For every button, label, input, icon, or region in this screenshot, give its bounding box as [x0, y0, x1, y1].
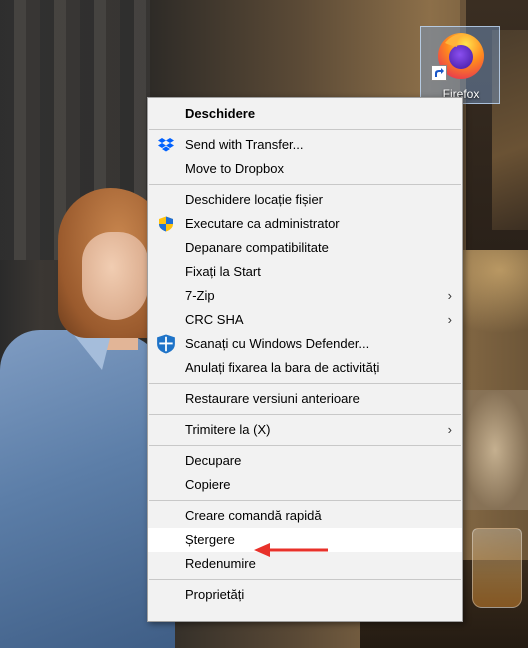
- menu-separator: [149, 383, 461, 384]
- menu-item-7zip[interactable]: 7-Zip ›: [148, 284, 462, 308]
- menu-item-run-as-administrator[interactable]: Executare ca administrator: [148, 212, 462, 236]
- menu-separator: [149, 414, 461, 415]
- chevron-right-icon: ›: [447, 288, 452, 303]
- uac-shield-icon: [159, 216, 173, 232]
- windows-defender-icon: [157, 334, 175, 354]
- menu-item-scan-with-defender[interactable]: Scanați cu Windows Defender...: [148, 332, 462, 356]
- menu-item-move-to-dropbox[interactable]: Move to Dropbox: [148, 157, 462, 181]
- menu-item-properties[interactable]: Proprietăți: [148, 583, 462, 607]
- menu-item-send-to[interactable]: Trimitere la (X) ›: [148, 418, 462, 442]
- menu-item-label: 7-Zip: [185, 288, 215, 303]
- desktop-shortcut-firefox[interactable]: Firefox: [420, 26, 500, 104]
- menu-item-cut[interactable]: Decupare: [148, 449, 462, 473]
- menu-item-label: Send with Transfer...: [185, 137, 304, 152]
- annotation-arrow-icon: [254, 543, 328, 557]
- menu-separator: [149, 445, 461, 446]
- chevron-right-icon: ›: [447, 312, 452, 327]
- menu-separator: [149, 579, 461, 580]
- menu-separator: [149, 500, 461, 501]
- menu-item-pin-to-start[interactable]: Fixați la Start: [148, 260, 462, 284]
- menu-item-troubleshoot-compatibility[interactable]: Depanare compatibilitate: [148, 236, 462, 260]
- menu-item-send-with-transfer[interactable]: Send with Transfer...: [148, 133, 462, 157]
- shortcut-arrow-icon: [431, 65, 447, 81]
- menu-separator: [149, 184, 461, 185]
- dropbox-icon: [158, 138, 174, 152]
- menu-item-copy[interactable]: Copiere: [148, 473, 462, 497]
- menu-item-unpin-from-taskbar[interactable]: Anulați fixarea la bara de activități: [148, 356, 462, 380]
- menu-item-label: Scanați cu Windows Defender...: [185, 336, 370, 351]
- menu-item-restore-previous-versions[interactable]: Restaurare versiuni anterioare: [148, 387, 462, 411]
- menu-item-crc-sha[interactable]: CRC SHA ›: [148, 308, 462, 332]
- menu-item-label: Trimitere la (X): [185, 422, 271, 437]
- chevron-right-icon: ›: [447, 422, 452, 437]
- menu-item-label: Executare ca administrator: [185, 216, 340, 231]
- menu-item-open-file-location[interactable]: Deschidere locație fișier: [148, 188, 462, 212]
- menu-item-open[interactable]: Deschidere: [148, 102, 462, 126]
- menu-item-label: CRC SHA: [185, 312, 244, 327]
- menu-item-create-shortcut[interactable]: Creare comandă rapidă: [148, 504, 462, 528]
- menu-separator: [149, 129, 461, 130]
